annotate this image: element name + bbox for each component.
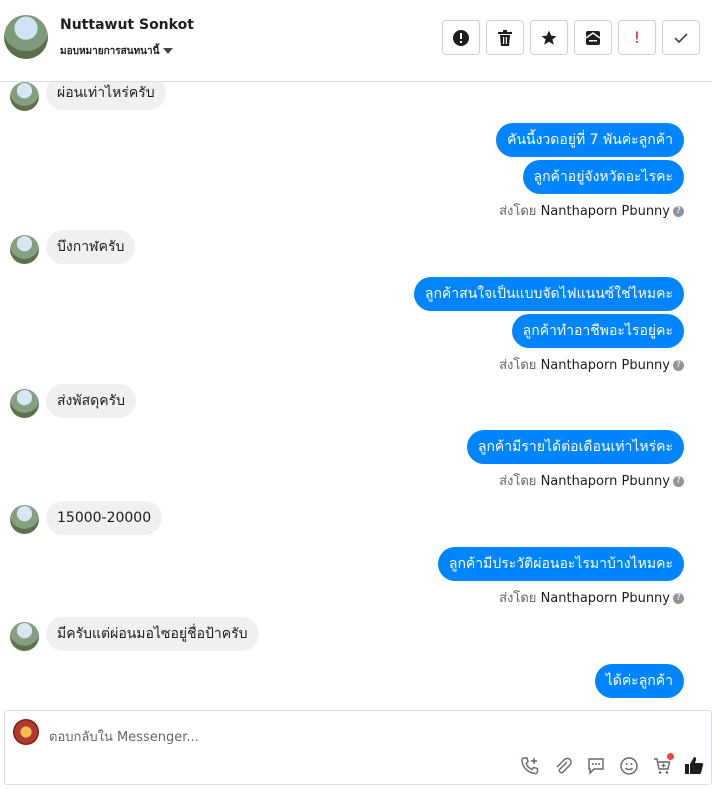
exclamation-circle-icon xyxy=(453,29,469,46)
envelope-archive-icon xyxy=(585,30,601,45)
contact-avatar-small xyxy=(10,389,39,418)
outgoing-message: ลูกค้าอยู่จังหวัดอะไรคะ xyxy=(522,160,684,194)
outgoing-message: คันนี้งวดอยู่ที่ 7 พันค่ะลูกค้า xyxy=(496,123,684,157)
sent-by-label: ส่งโดย Nanthaporn Pbunny? xyxy=(499,354,684,375)
important-button[interactable]: ! xyxy=(618,20,656,55)
report-button[interactable] xyxy=(442,20,480,55)
phone-plus-icon xyxy=(520,756,538,774)
shop-button[interactable] xyxy=(651,753,674,776)
incoming-message: 15000-20000 xyxy=(46,501,163,535)
outgoing-message: ลูกค้ามีรายได้ต่อเดือนเท่าไหร่คะ xyxy=(466,430,684,464)
help-icon[interactable]: ? xyxy=(673,360,684,371)
star-icon xyxy=(541,30,557,45)
incoming-message: ส่งพัสดุครับ xyxy=(46,384,137,418)
reply-composer: ตอบกลับใน Messenger... xyxy=(4,710,712,785)
sent-by-label: ส่งโดย Nanthaporn Pbunny? xyxy=(499,470,684,491)
outgoing-message: ลูกค้ามีประวัติผ่อนอะไรมาบ้างไหมคะ xyxy=(437,547,684,581)
star-button[interactable] xyxy=(530,20,568,55)
saved-replies-button[interactable] xyxy=(585,755,606,776)
delete-button[interactable] xyxy=(486,20,524,55)
emoji-button[interactable] xyxy=(618,755,639,776)
smiley-icon xyxy=(619,756,638,775)
chat-bubble-icon xyxy=(587,757,604,775)
outgoing-message: ได้ค่ะลูกค้า xyxy=(594,664,684,698)
caret-down-icon xyxy=(163,48,174,54)
sender-name: Nanthaporn Pbunny xyxy=(540,474,670,489)
incoming-message: มีครับแต่ผ่อนมอไซอยู่ชื่อป้าครับ xyxy=(46,617,259,651)
composer-actions xyxy=(519,753,705,776)
help-icon[interactable]: ? xyxy=(673,476,684,487)
sender-name: Nanthaporn Pbunny xyxy=(540,358,670,373)
assign-conversation-dropdown[interactable]: มอบหมายการสนทนานี้ xyxy=(60,44,174,59)
sent-by-label: ส่งโดย Nanthaporn Pbunny? xyxy=(499,200,684,221)
sender-name: Nanthaporn Pbunny xyxy=(540,591,670,606)
notification-dot xyxy=(667,753,674,760)
contact-avatar[interactable] xyxy=(4,15,48,59)
attach-button[interactable] xyxy=(552,755,573,776)
paperclip-icon xyxy=(556,757,572,773)
incoming-message: ผ่อนเท่าไหร่ครับ xyxy=(46,82,166,110)
incoming-message: บึงกาฬครับ xyxy=(46,230,136,264)
done-button[interactable] xyxy=(662,20,700,55)
contact-avatar-small xyxy=(10,82,39,111)
sent-by-prefix: ส่งโดย xyxy=(499,204,537,219)
call-button[interactable] xyxy=(519,755,540,776)
help-icon[interactable]: ? xyxy=(673,593,684,604)
outgoing-message: ลูกค้าทำอาชีพอะไรอยู่คะ xyxy=(511,314,684,348)
contact-name[interactable]: Nuttawut Sonkot xyxy=(60,17,194,33)
page-avatar xyxy=(13,719,39,745)
thumbs-up-icon xyxy=(685,757,704,774)
conversation-header: Nuttawut Sonkot มอบหมายการสนทนานี้ ! xyxy=(0,0,712,82)
outgoing-message: ลูกค้าสนใจเป็นแบบจัดไฟแนนซ์ใช่ไหมคะ xyxy=(413,277,684,311)
action-toolbar: ! xyxy=(442,20,700,55)
message-thread[interactable]: ผ่อนเท่าไหร่ครับ คันนี้งวดอยู่ที่ 7 พันค… xyxy=(0,82,712,706)
sent-by-prefix: ส่งโดย xyxy=(499,474,537,489)
contact-avatar-small xyxy=(10,622,39,651)
reply-input[interactable]: ตอบกลับใน Messenger... xyxy=(49,726,199,747)
sent-by-label: ส่งโดย Nanthaporn Pbunny? xyxy=(499,587,684,608)
assign-label: มอบหมายการสนทนานี้ xyxy=(60,46,160,57)
archive-button[interactable] xyxy=(574,20,612,55)
sender-name: Nanthaporn Pbunny xyxy=(540,204,670,219)
sent-by-prefix: ส่งโดย xyxy=(499,358,537,373)
important-mark: ! xyxy=(633,28,641,47)
help-icon[interactable]: ? xyxy=(673,206,684,217)
checkmark-icon xyxy=(674,32,688,43)
sent-by-prefix: ส่งโดย xyxy=(499,591,537,606)
like-button[interactable] xyxy=(684,755,705,776)
contact-avatar-small xyxy=(10,505,39,534)
trash-icon xyxy=(498,29,512,46)
contact-avatar-small xyxy=(10,235,39,264)
